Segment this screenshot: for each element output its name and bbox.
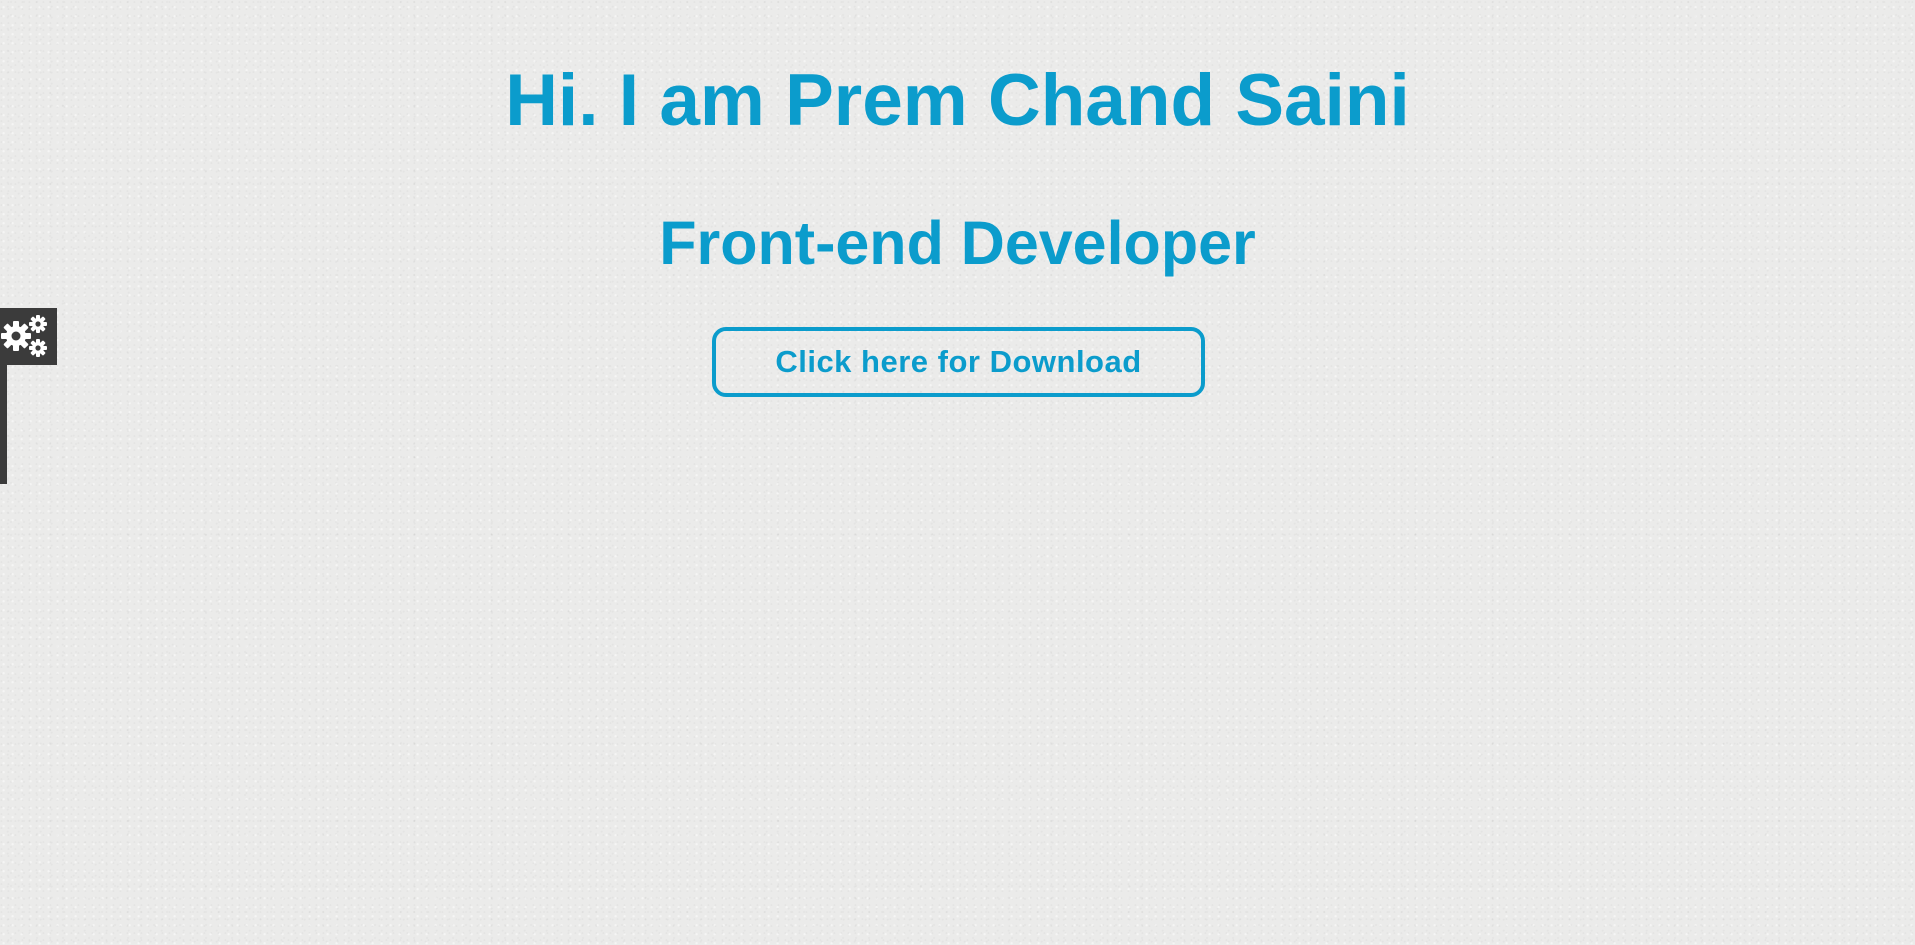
hero-title: Hi. I am Prem Chand Saini — [505, 60, 1410, 141]
hero-subtitle: Front-end Developer — [659, 209, 1256, 277]
download-button[interactable]: Click here for Download — [712, 327, 1205, 397]
settings-panel-edge — [0, 365, 7, 484]
settings-toggle-button[interactable] — [0, 308, 57, 365]
